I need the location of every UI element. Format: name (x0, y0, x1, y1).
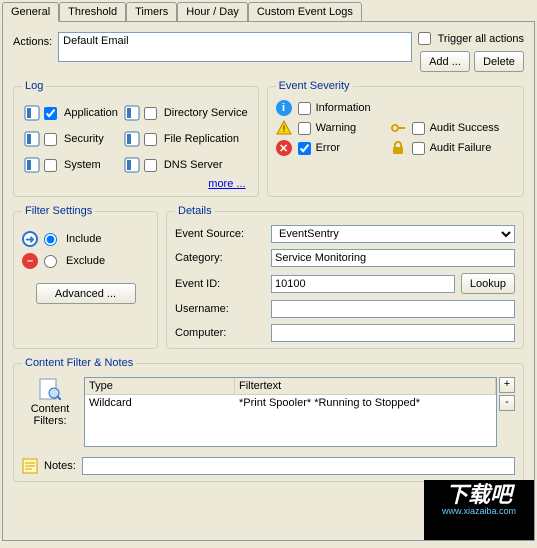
information-label: Information (316, 102, 515, 114)
add-filter-button[interactable]: + (499, 377, 515, 393)
log-icon (124, 105, 140, 121)
tab-timers[interactable]: Timers (126, 2, 177, 21)
info-icon: i (276, 100, 292, 116)
notes-label: Notes: (44, 460, 76, 472)
log-legend: Log (22, 80, 46, 92)
details-legend: Details (175, 205, 215, 217)
category-field[interactable] (271, 249, 515, 267)
lock-icon (390, 140, 406, 156)
information-checkbox[interactable] (298, 102, 311, 115)
system-checkbox[interactable] (44, 159, 57, 172)
svg-text:!: ! (282, 124, 285, 134)
directory-checkbox[interactable] (144, 107, 157, 120)
trigger-all-label: Trigger all actions (438, 33, 524, 45)
log-icon (24, 131, 40, 147)
tab-hourday[interactable]: Hour / Day (177, 2, 248, 21)
username-label: Username: (175, 303, 265, 315)
panel-general: Actions: Default Email Trigger all actio… (2, 21, 535, 541)
filter-settings-fieldset: Filter Settings ➜ Include – Exclude Adva… (13, 205, 158, 349)
eventid-label: Event ID: (175, 278, 265, 290)
computer-field[interactable] (271, 324, 515, 342)
actions-label: Actions: (13, 32, 52, 48)
content-filter-table[interactable]: Type Filtertext Wildcard *Print Spooler*… (84, 377, 497, 447)
filerep-label: File Replication (164, 133, 239, 145)
col-filtertext-header: Filtertext (235, 378, 496, 394)
audit-success-label: Audit Success (430, 122, 515, 134)
category-label: Category: (175, 252, 265, 264)
content-filter-legend: Content Filter & Notes (22, 357, 136, 369)
audit-failure-label: Audit Failure (430, 142, 515, 154)
row-type-cell: Wildcard (85, 395, 235, 411)
event-source-label: Event Source: (175, 228, 265, 240)
security-label: Security (64, 133, 104, 145)
details-fieldset: Details Event Source: EventSentry Catego… (166, 205, 524, 349)
warning-icon: ! (276, 120, 292, 136)
warning-label: Warning (316, 122, 386, 134)
watermark-big: 下载吧 (428, 484, 530, 506)
audit-success-checkbox[interactable] (412, 122, 425, 135)
tab-bar: General Threshold Timers Hour / Day Cust… (0, 0, 537, 21)
event-source-select[interactable]: EventSentry (271, 225, 515, 243)
eventid-field[interactable] (271, 275, 455, 293)
actions-field[interactable]: Default Email (58, 32, 411, 62)
more-link[interactable]: more ... (22, 178, 250, 190)
trigger-all-checkbox[interactable] (418, 32, 431, 45)
notes-icon (22, 458, 38, 474)
security-checkbox[interactable] (44, 133, 57, 146)
advanced-button[interactable]: Advanced ... (36, 283, 136, 304)
content-filter-fieldset: Content Filter & Notes Content Filters: … (13, 357, 524, 482)
filter-legend: Filter Settings (22, 205, 95, 217)
lookup-button[interactable]: Lookup (461, 273, 515, 294)
error-icon: ✕ (276, 140, 292, 156)
watermark-small: www.xiazaiba.com (428, 506, 530, 516)
table-row[interactable]: Wildcard *Print Spooler* *Running to Sto… (85, 395, 496, 411)
notes-field[interactable] (82, 457, 515, 475)
add-button[interactable]: Add ... (420, 51, 470, 72)
severity-legend: Event Severity (276, 80, 353, 92)
log-icon (24, 157, 40, 173)
filerep-checkbox[interactable] (144, 133, 157, 146)
dns-label: DNS Server (164, 159, 223, 171)
filter-icon (38, 377, 62, 401)
log-icon (124, 131, 140, 147)
row-filtertext-cell: *Print Spooler* *Running to Stopped* (235, 395, 496, 411)
severity-fieldset: Event Severity i Information ! Warning A… (267, 80, 524, 197)
include-label: Include (66, 233, 101, 245)
error-checkbox[interactable] (298, 142, 311, 155)
exclude-label: Exclude (66, 255, 105, 267)
exclude-icon: – (22, 253, 38, 269)
include-radio[interactable] (44, 233, 57, 246)
dns-checkbox[interactable] (144, 159, 157, 172)
directory-label: Directory Service (164, 107, 248, 119)
warning-checkbox[interactable] (298, 122, 311, 135)
exclude-radio[interactable] (44, 255, 57, 268)
include-icon: ➜ (22, 231, 38, 247)
tab-threshold[interactable]: Threshold (59, 2, 126, 21)
tab-custom[interactable]: Custom Event Logs (248, 2, 362, 21)
col-type-header: Type (85, 378, 235, 394)
watermark: 下载吧 www.xiazaiba.com (424, 480, 534, 540)
application-label: Application (64, 107, 118, 119)
computer-label: Computer: (175, 327, 265, 339)
log-icon (24, 105, 40, 121)
content-filters-label: Content Filters: (31, 403, 70, 427)
log-fieldset: Log Application Directory Service Securi… (13, 80, 259, 197)
error-label: Error (316, 142, 386, 154)
audit-failure-checkbox[interactable] (412, 142, 425, 155)
key-icon (390, 120, 406, 136)
tab-general[interactable]: General (2, 2, 59, 22)
application-checkbox[interactable] (44, 107, 57, 120)
system-label: System (64, 159, 101, 171)
delete-button[interactable]: Delete (474, 51, 524, 72)
remove-filter-button[interactable]: - (499, 395, 515, 411)
username-field[interactable] (271, 300, 515, 318)
log-icon (124, 157, 140, 173)
